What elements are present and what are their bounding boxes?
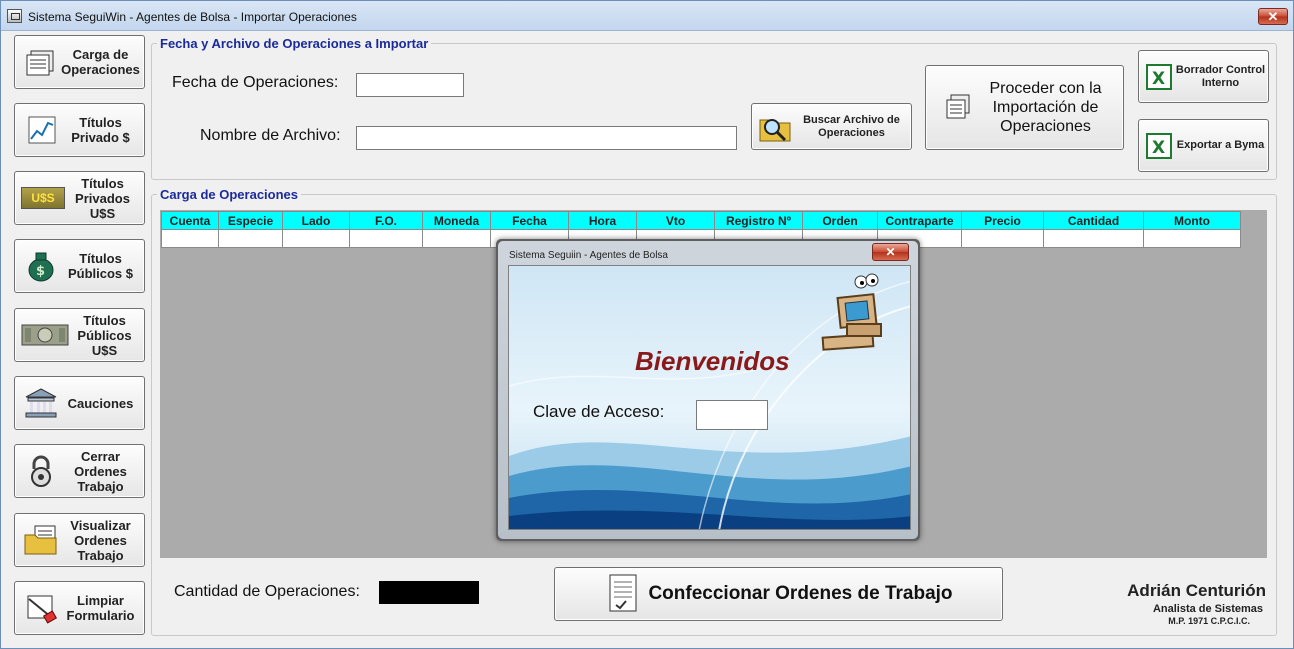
documents-icon	[942, 92, 974, 124]
svg-text:$: $	[36, 264, 45, 279]
import-group-title: Fecha y Archivo de Operaciones a Importa…	[157, 36, 432, 51]
window-title: Sistema SeguiWin - Agentes de Bolsa - Im…	[28, 10, 357, 24]
dialog-frame: Sistema Seguiin - Agentes de Bolsa ✕ Bie…	[498, 241, 918, 539]
sidebar-item-label: Limpiar Formulario	[66, 593, 135, 623]
author-name: Adrián Centurión	[1127, 581, 1266, 600]
main-window: Sistema SeguiWin - Agentes de Bolsa - Im…	[0, 0, 1294, 649]
column-header[interactable]: Cantidad	[1043, 211, 1144, 230]
sidebar-item-titulos-privados-dolares[interactable]: U$S Títulos Privados U$S	[14, 171, 145, 225]
banknote-icon	[21, 318, 69, 352]
column-header[interactable]: Lado	[282, 211, 350, 230]
window-close-button[interactable]: ✕	[1258, 8, 1288, 25]
column-header[interactable]: Orden	[802, 211, 878, 230]
proceder-importacion-label: Proceder con la Importación de Operacion…	[989, 80, 1102, 135]
sidebar-item-titulos-publicos-pesos[interactable]: $ Títulos Públicos $	[14, 239, 145, 293]
sidebar-item-label: Cerrar Ordenes Trabajo	[74, 448, 127, 494]
bank-icon	[21, 386, 61, 420]
documents-icon	[21, 45, 61, 79]
sidebar-item-label: Títulos Privados U$S	[75, 175, 130, 221]
sidebar-item-label: Títulos Privado $	[71, 115, 130, 145]
column-header[interactable]: Especie	[218, 211, 283, 230]
proceder-importacion-button[interactable]: Proceder con la Importación de Operacion…	[925, 65, 1124, 150]
sidebar-item-label: Visualizar Ordenes Trabajo	[70, 517, 131, 563]
sidebar-item-titulos-privado-pesos[interactable]: Títulos Privado $	[14, 103, 145, 157]
excel-icon: X	[1145, 63, 1173, 91]
dollar-bill-label: U$S	[21, 187, 65, 209]
computer-character-icon	[821, 273, 882, 351]
grid-header-row: Cuenta Especie Lado F.O. Moneda Fecha Ho…	[161, 211, 1241, 230]
signed-document-icon	[604, 573, 642, 615]
search-folder-icon	[758, 110, 792, 144]
sidebar-item-carga-operaciones[interactable]: Carga de Operaciones	[14, 35, 145, 89]
confeccionar-ordenes-label: Confeccionar Ordenes de Trabajo	[648, 583, 953, 604]
dollar-bill-icon: U$S	[21, 181, 65, 215]
app-icon	[7, 9, 22, 23]
exportar-byma-button[interactable]: X Exportar a Byma	[1138, 119, 1269, 172]
title-bar: Sistema SeguiWin - Agentes de Bolsa - Im…	[1, 1, 1293, 31]
dialog-title: Sistema Seguiin - Agentes de Bolsa	[509, 250, 668, 261]
carga-group-title: Carga de Operaciones	[157, 187, 301, 202]
login-dialog: Sistema Seguiin - Agentes de Bolsa ✕ Bie…	[496, 239, 920, 541]
sidebar-item-cauciones[interactable]: Cauciones	[14, 376, 145, 430]
padlock-icon	[21, 454, 61, 488]
exportar-byma-label: Exportar a Byma	[1176, 139, 1265, 151]
borrador-control-label: Borrador Control Interno	[1175, 63, 1266, 89]
column-header[interactable]: F.O.	[349, 211, 423, 230]
table-cell[interactable]	[282, 229, 350, 248]
column-header[interactable]: Cuenta	[161, 211, 219, 230]
dialog-close-button[interactable]: ✕	[872, 243, 909, 261]
author-role: Analista de Sistemas	[1152, 603, 1263, 615]
sidebar-item-cerrar-ordenes[interactable]: Cerrar Ordenes Trabajo	[14, 444, 145, 498]
dialog-body: Bienvenidos Clave de Acceso:	[508, 265, 911, 530]
column-header[interactable]: Monto	[1143, 211, 1241, 230]
archivo-input[interactable]	[356, 126, 737, 150]
svg-text:X: X	[1152, 138, 1165, 158]
column-header[interactable]: Vto	[636, 211, 715, 230]
excel-icon: X	[1145, 132, 1173, 160]
author-registration: M.P. 1971 C.P.C.I.C.	[1168, 616, 1250, 626]
sidebar-item-label: Cauciones	[67, 395, 134, 411]
fecha-input[interactable]	[356, 73, 464, 97]
archivo-label: Nombre de Archivo:	[200, 127, 341, 144]
borrador-control-button[interactable]: X Borrador Control Interno	[1138, 50, 1269, 103]
svg-text:X: X	[1152, 69, 1165, 89]
sidebar-item-titulos-publicos-dolares[interactable]: Títulos Públicos U$S	[14, 308, 145, 362]
folder-documents-icon	[21, 523, 61, 557]
clave-label: Clave de Acceso:	[533, 402, 665, 421]
cantidad-label: Cantidad de Operaciones:	[174, 583, 360, 600]
table-cell[interactable]	[961, 229, 1044, 248]
line-chart-icon	[21, 113, 61, 147]
money-bag-icon: $	[21, 249, 61, 283]
fecha-label: Fecha de Operaciones:	[172, 74, 339, 91]
column-header[interactable]: Hora	[568, 211, 637, 230]
sidebar-item-limpiar-formulario[interactable]: Limpiar Formulario	[14, 581, 145, 635]
column-header[interactable]: Registro Nº	[714, 211, 803, 230]
eraser-form-icon	[21, 591, 61, 625]
table-cell[interactable]	[349, 229, 423, 248]
column-header[interactable]: Moneda	[422, 211, 491, 230]
confeccionar-ordenes-button[interactable]: Confeccionar Ordenes de Trabajo	[554, 567, 1003, 621]
sidebar-item-label: Títulos Públicos $	[67, 251, 134, 281]
column-header[interactable]: Contraparte	[877, 211, 962, 230]
cantidad-display	[379, 581, 479, 604]
column-header[interactable]: Precio	[961, 211, 1044, 230]
welcome-heading: Bienvenidos	[635, 346, 790, 376]
buscar-archivo-label: Buscar Archivo de Operaciones	[803, 113, 900, 139]
sidebar-item-visualizar-ordenes[interactable]: Visualizar Ordenes Trabajo	[14, 513, 145, 567]
table-cell[interactable]	[161, 229, 219, 248]
table-cell[interactable]	[1143, 229, 1241, 248]
sidebar-item-label: Títulos Públicos U$S	[77, 312, 132, 358]
table-cell[interactable]	[218, 229, 283, 248]
buscar-archivo-button[interactable]: Buscar Archivo de Operaciones	[751, 103, 912, 150]
clave-input[interactable]	[696, 400, 768, 430]
table-cell[interactable]	[422, 229, 491, 248]
table-cell[interactable]	[1043, 229, 1144, 248]
sidebar-item-label: Carga de Operaciones	[61, 47, 140, 77]
column-header[interactable]: Fecha	[490, 211, 569, 230]
